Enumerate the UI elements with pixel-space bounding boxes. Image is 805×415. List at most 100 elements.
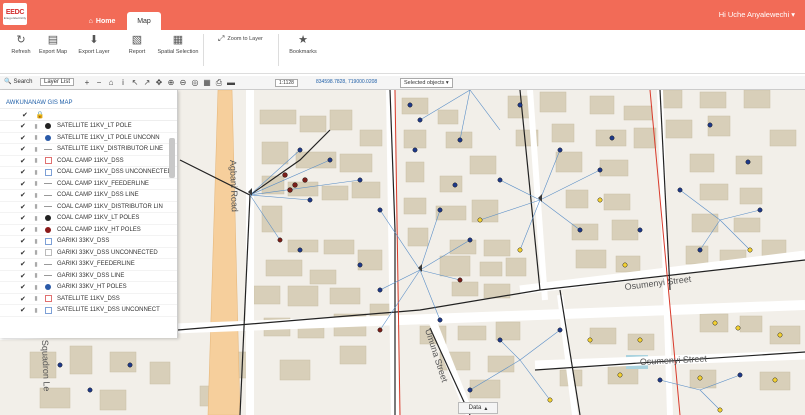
- lock-icon[interactable]: ▮: [30, 134, 42, 141]
- layer-row[interactable]: ✔ ▮ GARIKI 33KV_DSS LINE: [0, 271, 177, 282]
- layer-checkbox[interactable]: ✔: [20, 272, 30, 280]
- layer-name: COAL CAMP 11KV_DISTRIBUTOR LIN: [57, 203, 163, 210]
- layer-checkbox[interactable]: ✔: [20, 122, 30, 130]
- layer-symbol-icon: [42, 203, 54, 211]
- report-button[interactable]: ▧ Report: [116, 34, 158, 55]
- layer-checkbox[interactable]: ✔: [20, 203, 30, 211]
- top-bar: EEDC Enugu Electricity ⌂ Home Map Hi Uch…: [0, 0, 805, 30]
- layer-row[interactable]: ✔ ▮ SATELLITE 11KV_DSS: [0, 294, 177, 305]
- layer-checkbox[interactable]: ✔: [20, 260, 30, 268]
- layer-checkbox[interactable]: ✔: [20, 157, 30, 165]
- pointer-icon[interactable]: ↖: [130, 78, 140, 88]
- layer-checkbox[interactable]: ✔: [20, 249, 30, 257]
- layer-row[interactable]: ✔ ▮ COAL CAMP 11KV_HT POLES: [0, 225, 177, 236]
- lock-icon[interactable]: ▮: [30, 215, 42, 222]
- ruler-icon[interactable]: ▬: [226, 78, 236, 88]
- info-icon[interactable]: i: [118, 78, 128, 88]
- lock-icon[interactable]: ▮: [30, 284, 42, 291]
- layer-row[interactable]: ✔ ▮ GARIKI 33KV_FEEDERLINE: [0, 259, 177, 271]
- layer-checkbox[interactable]: ✔: [20, 191, 30, 199]
- layer-checkbox[interactable]: ✔: [20, 283, 30, 291]
- search-icon: 🔍: [4, 79, 12, 85]
- user-menu[interactable]: Hi Uche Anyalewechi ▾: [719, 10, 795, 19]
- print-icon[interactable]: ⎙: [214, 78, 224, 88]
- panel-scrollbar[interactable]: [169, 138, 175, 178]
- lock-icon[interactable]: ▮: [30, 261, 42, 268]
- bookmarks-button[interactable]: ★ Bookmarks: [282, 34, 324, 55]
- layer-name: GARIKI 33KV_DSS LINE: [57, 272, 125, 279]
- check-all-icon[interactable]: ✔: [22, 111, 28, 119]
- layer-checkbox[interactable]: ✔: [20, 295, 30, 303]
- layer-row[interactable]: ✔ ▮ GARIKI 33KV_DSS UNCONNECTED: [0, 248, 177, 259]
- add-icon[interactable]: +: [82, 78, 92, 88]
- tab-home[interactable]: ⌂ Home: [78, 12, 126, 30]
- layer-row[interactable]: ✔ ▮ COAL CAMP 11KV_DSS UNCONNECTED: [0, 167, 177, 179]
- lock-icon[interactable]: ▮: [30, 123, 42, 130]
- lock-icon[interactable]: ▮: [30, 203, 42, 210]
- arrow-icon[interactable]: ↗: [142, 78, 152, 88]
- selected-objects-dropdown[interactable]: Selected objects ▾: [400, 78, 453, 88]
- layer-row[interactable]: ✔ ▮ GARIKI 33KV_HT POLES: [0, 282, 177, 294]
- zoom-to-layer-label: Zoom to Layer: [227, 36, 263, 42]
- layer-checkbox[interactable]: ✔: [20, 134, 30, 142]
- ribbon-divider: [203, 34, 204, 66]
- layer-row[interactable]: ✔ ▮ SATELLITE 11KV_LT POLE: [0, 121, 177, 133]
- layer-row[interactable]: ✔ ▮ COAL CAMP 11KV_DISTRIBUTOR LIN: [0, 202, 177, 213]
- zoom-in-icon[interactable]: ⊕: [166, 78, 176, 88]
- export-map-button[interactable]: ▤ Export Map: [32, 34, 74, 55]
- lock-icon[interactable]: ▮: [30, 238, 42, 245]
- layer-row[interactable]: ✔ ▮ COAL CAMP 11KV_FEEDERLINE: [0, 179, 177, 190]
- lock-icon[interactable]: ▮: [30, 226, 42, 233]
- layer-row[interactable]: ✔ ▮ COAL CAMP 11KV_DSS LINE: [0, 190, 177, 202]
- bookmarks-label: Bookmarks: [289, 49, 317, 55]
- layer-symbol-icon: [42, 214, 54, 222]
- tab-map[interactable]: Map: [127, 12, 161, 30]
- layer-checkbox[interactable]: ✔: [20, 237, 30, 245]
- minus-icon[interactable]: −: [94, 78, 104, 88]
- layer-checkbox[interactable]: ✔: [20, 214, 30, 222]
- coordinates-readout: 834598.7828, 719000.0208: [316, 79, 378, 85]
- pan-icon[interactable]: ✥: [154, 78, 164, 88]
- layer-symbol-icon: [42, 295, 54, 303]
- lock-icon[interactable]: ▮: [30, 192, 42, 199]
- star-icon: ★: [298, 34, 308, 46]
- export-map-label: Export Map: [38, 49, 68, 55]
- layer-checkbox[interactable]: ✔: [20, 168, 30, 176]
- lock-icon[interactable]: ▮: [30, 169, 42, 176]
- data-button[interactable]: Data ▴: [458, 402, 498, 414]
- zoom-to-layer-button[interactable]: ⤢ Zoom to Layer: [218, 34, 263, 44]
- lock-icon[interactable]: ▮: [30, 146, 42, 153]
- lock-icon[interactable]: ▮: [30, 249, 42, 256]
- street-label-squadron: Squadron Le: [40, 340, 52, 392]
- layer-symbol-icon: [42, 145, 54, 153]
- export-layer-button[interactable]: ⬇ Export Layer: [73, 34, 115, 55]
- layer-checkbox[interactable]: ✔: [20, 145, 30, 153]
- layer-row[interactable]: ✔ ▮ COAL CAMP 11KV_DSS: [0, 156, 177, 167]
- grid-icon[interactable]: ▦: [202, 78, 212, 88]
- layer-row[interactable]: ✔ ▮ SATELLITE 11KV_DSS UNCONNECT: [0, 305, 177, 317]
- layer-name: SATELLITE 11KV_DSS UNCONNECT: [57, 307, 160, 314]
- layer-list: ✔ ▮ SATELLITE 11KV_LT POLE ✔ ▮ SATELLITE 11KV…: [0, 121, 177, 317]
- scale-input[interactable]: 1:1128: [275, 79, 298, 87]
- layer-row[interactable]: ✔ ▮ GARIKI 33KV_DSS: [0, 236, 177, 248]
- layer-symbol-icon: [42, 168, 54, 176]
- layer-list-button[interactable]: Layer List: [40, 78, 75, 86]
- home-icon[interactable]: ⌂: [106, 78, 116, 88]
- layer-row[interactable]: ✔ ▮ COAL CAMP 11KV_LT POLES: [0, 213, 177, 225]
- lock-icon[interactable]: ▮: [30, 180, 42, 187]
- lock-icon[interactable]: ▮: [30, 272, 42, 279]
- lock-icon[interactable]: ▮: [30, 295, 42, 302]
- lock-icon[interactable]: ▮: [30, 157, 42, 164]
- layer-checkbox[interactable]: ✔: [20, 306, 30, 314]
- layer-checkbox[interactable]: ✔: [20, 226, 30, 234]
- zoom-out-icon[interactable]: ⊖: [178, 78, 188, 88]
- spatial-selection-button[interactable]: ▦ Spatial Selection: [157, 34, 199, 55]
- layer-row[interactable]: ✔ ▮ SATELLITE 11KV_DISTRIBUTOR LINE: [0, 144, 177, 156]
- map-toolbar: + − ⌂ i ↖ ↗ ✥ ⊕ ⊖ ◎ ▦ ⎙ ▬ 1:1128 834598.…: [0, 76, 805, 90]
- lock-icon[interactable]: ▮: [30, 307, 42, 314]
- layer-row[interactable]: ✔ ▮ SATELLITE 11KV_LT POLE UNCONN: [0, 133, 177, 144]
- layer-checkbox[interactable]: ✔: [20, 180, 30, 188]
- search-button[interactable]: 🔍 Search: [4, 78, 33, 86]
- lock-all-icon[interactable]: 🔒: [36, 111, 45, 119]
- globe-icon[interactable]: ◎: [190, 78, 200, 88]
